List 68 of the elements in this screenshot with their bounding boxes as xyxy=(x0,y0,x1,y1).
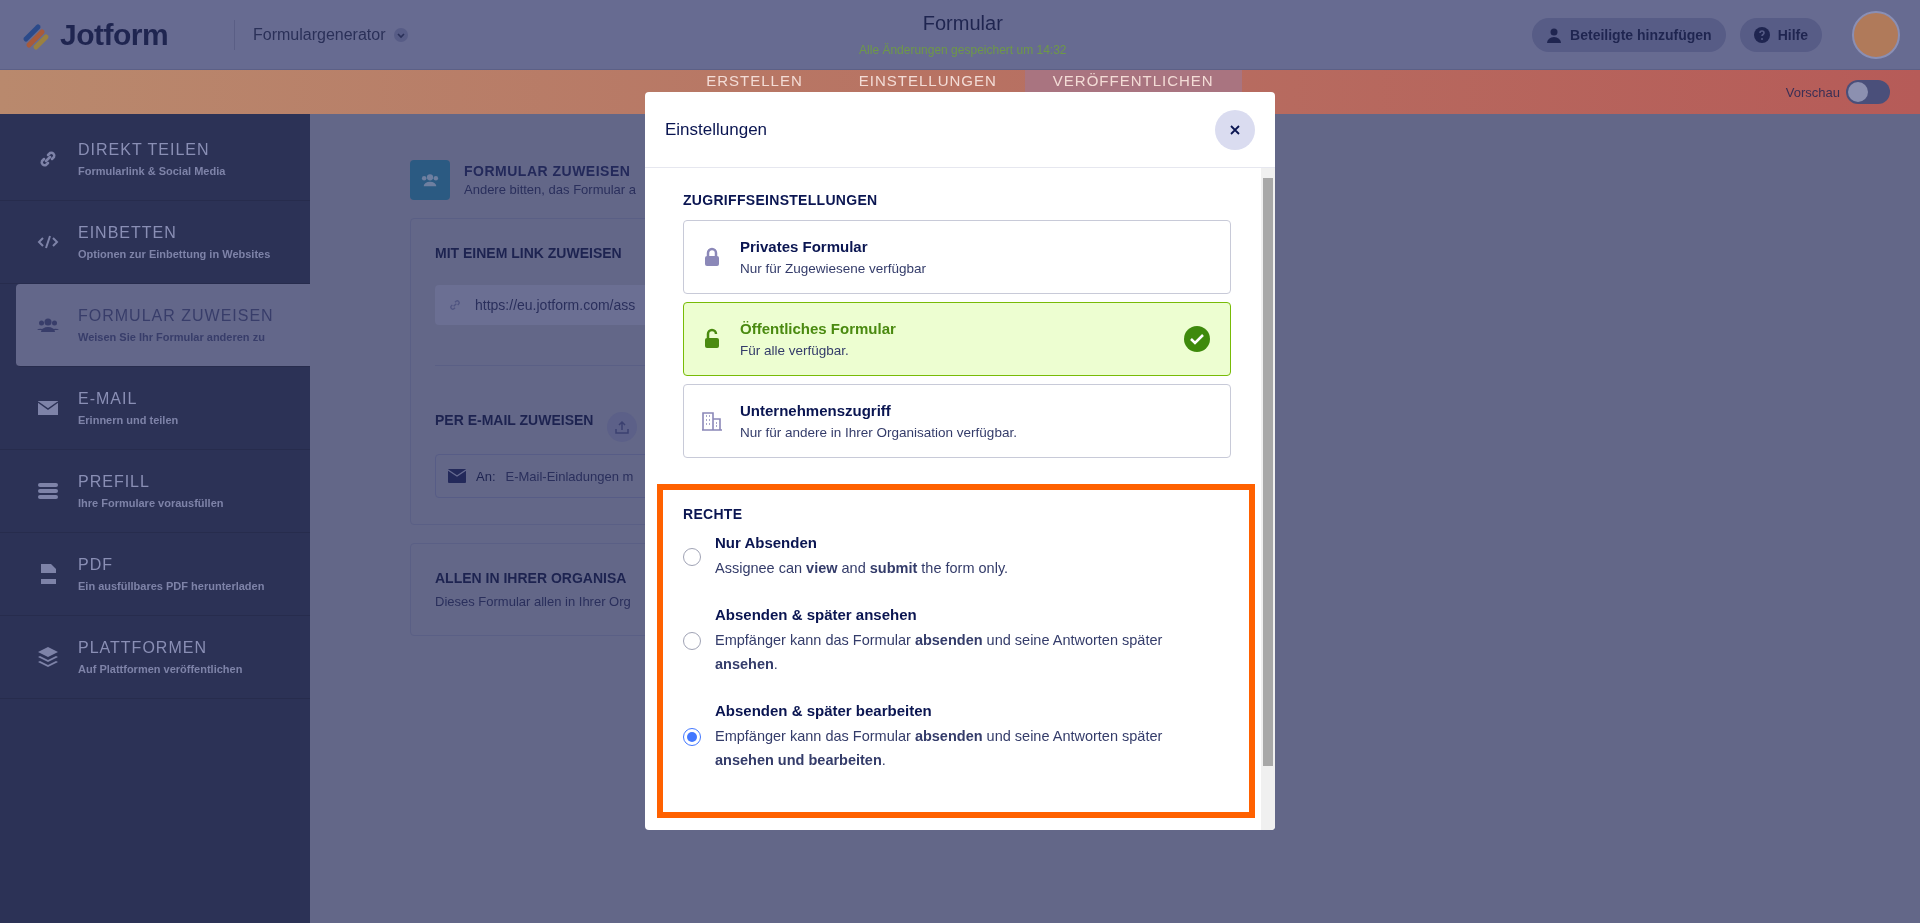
option-title: Unternehmenszugriff xyxy=(740,402,892,419)
item-subtitle: Erinnern und teilen xyxy=(78,414,179,426)
option-description: Für alle verfügbar. xyxy=(740,343,850,358)
help-button[interactable]: Hilfe xyxy=(1739,17,1822,52)
item-title: PLATTFORMEN xyxy=(78,639,208,657)
option-description: Assignee can view and submit the form only. xyxy=(715,559,1009,578)
option-description: Empfänger kann das Formular absenden und seine Antworten später ansehen. xyxy=(715,631,1164,674)
upload-button[interactable] xyxy=(607,412,638,442)
option-title: Nur Absenden xyxy=(715,534,818,551)
check-icon xyxy=(1184,326,1210,352)
tab[interactable]: ERSTELLEN xyxy=(678,70,831,114)
builder-menu[interactable]: Formulargenerator xyxy=(234,19,408,50)
item-subtitle: Ein ausfüllbares PDF herunterladen xyxy=(78,580,265,592)
link-url: https://eu.jotform.com/ass xyxy=(475,297,636,313)
sidebar-item[interactable]: PLATTFORMEN Auf Plattformen veröffentlichen xyxy=(0,616,310,699)
caret-icon xyxy=(393,27,408,42)
card-title: MIT EINEM LINK ZUWEISEN xyxy=(435,245,622,261)
tab[interactable]: EINSTELLUNGEN xyxy=(830,70,1025,114)
help-icon xyxy=(1753,26,1770,43)
users-icon xyxy=(410,160,450,200)
option-title: Öffentliches Formular xyxy=(740,320,897,337)
scrollbar[interactable] xyxy=(1261,168,1275,830)
preview-toggle[interactable] xyxy=(1846,80,1890,104)
item-title: PREFILL xyxy=(78,473,151,491)
item-title: PDF xyxy=(78,556,114,574)
logo-text: Jotform xyxy=(60,17,169,52)
add-participants-button[interactable]: Beteiligte hinzufügen xyxy=(1532,17,1726,52)
link-icon xyxy=(447,297,463,313)
mail-icon xyxy=(448,469,466,483)
card-title: ALLEN IN IHRER ORGANISA xyxy=(435,570,627,586)
item-title: EINBETTEN xyxy=(78,224,178,242)
option-title: Absenden & später ansehen xyxy=(715,606,918,623)
sidebar-item[interactable]: PREFILL Ihre Formulare vorausfüllen xyxy=(0,450,310,533)
to-label: An: xyxy=(476,468,496,484)
section-heading: RECHTE xyxy=(683,506,744,522)
upload-icon xyxy=(615,420,630,434)
building-icon xyxy=(700,409,724,433)
option-title: Absenden & später bearbeiten xyxy=(715,702,933,719)
section-subtitle: Andere bitten, das Formular a xyxy=(464,182,636,197)
option-title: Privates Formular xyxy=(740,238,869,255)
option-description: Nur für Zugewiesene verfügbar xyxy=(740,261,928,276)
section-title: FORMULAR ZUWEISEN xyxy=(464,163,632,179)
dialog-title: Einstellungen xyxy=(665,119,768,140)
item-subtitle: Ihre Formulare vorausfüllen xyxy=(78,497,224,509)
access-option[interactable]: Unternehmenszugriff Nur für andere in Ihrer Organisation verfügbar. xyxy=(683,384,1231,458)
item-title: E-MAIL xyxy=(78,390,139,408)
option-description: Empfänger kann das Formular absenden und seine Antworten später ansehen und bearbeiten. xyxy=(715,727,1164,770)
access-option[interactable]: Privates Formular Nur für Zugewiesene verfügbar xyxy=(683,220,1231,294)
item-title: DIREKT TEILEN xyxy=(78,141,211,159)
option-description: Nur für andere in Ihrer Organisation verfügbar. xyxy=(740,425,1018,440)
form-title: Formular xyxy=(922,12,1003,35)
card-subtitle: Dieses Formular allen in Ihrer Org xyxy=(435,594,632,609)
save-status: Alle Änderungen gespeichert um 14:32 xyxy=(859,43,1067,57)
item-subtitle: Optionen zur Einbettung in Websites xyxy=(78,248,271,260)
item-subtitle: Formularlink & Social Media xyxy=(78,165,226,177)
layers-icon xyxy=(36,645,60,669)
item-subtitle: Auf Plattformen veröffentlichen xyxy=(78,663,243,675)
section-heading: ZUGRIFFSEINSTELLUNGEN xyxy=(683,192,879,208)
preview-label: Vorschau xyxy=(1785,84,1840,100)
avatar[interactable] xyxy=(1852,10,1900,59)
close-icon xyxy=(1229,123,1241,136)
card-title: PER E-MAIL ZUWEISEN xyxy=(435,412,594,428)
sidebar-item[interactable]: DIREKT TEILEN Formularlink & Social Media xyxy=(0,118,310,201)
person-icon xyxy=(1546,26,1563,43)
sidebar-item[interactable]: E-MAIL Erinnern und teilen xyxy=(0,367,310,450)
access-option[interactable]: Öffentliches Formular Für alle verfügbar. xyxy=(683,302,1231,376)
close-button[interactable] xyxy=(1215,109,1255,150)
sidebar-item[interactable]: PDF Ein ausfüllbares PDF herunterladen xyxy=(0,533,310,616)
